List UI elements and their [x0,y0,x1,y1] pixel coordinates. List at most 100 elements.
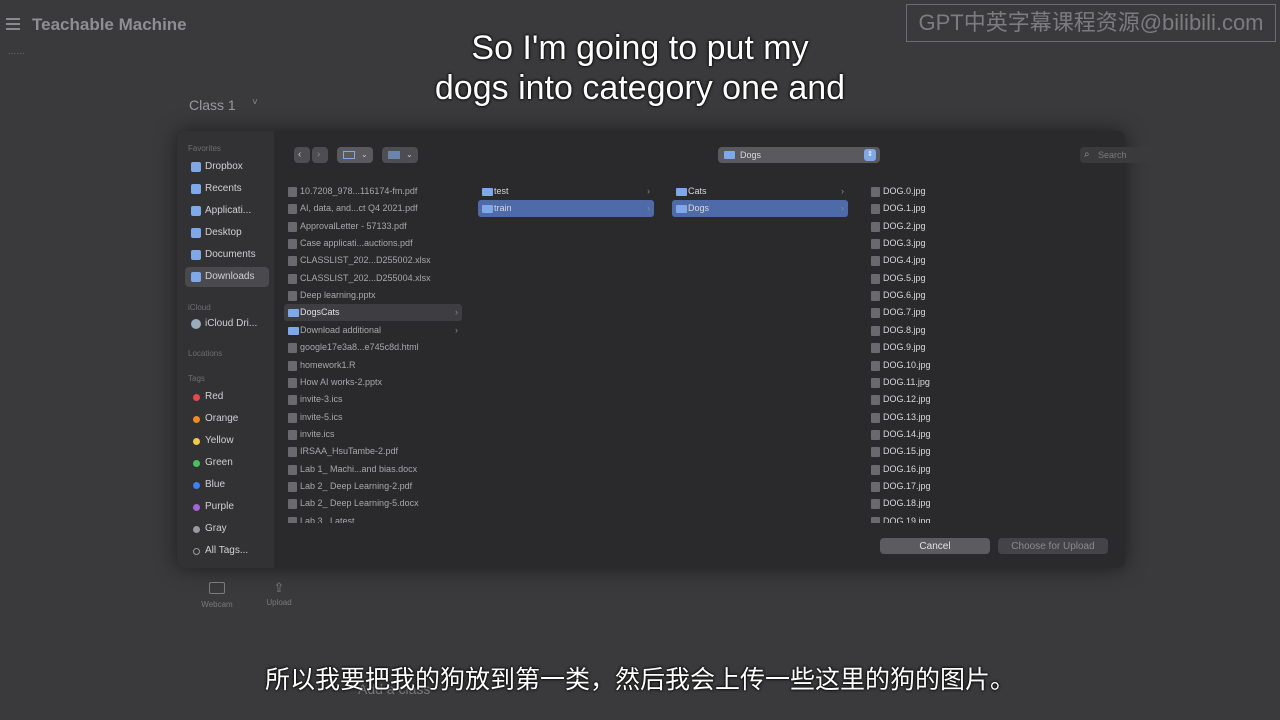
row-label: DOG.6.jpg [883,290,926,301]
cancel-button[interactable]: Cancel [880,538,990,554]
choose-for-upload-button[interactable]: Choose for Upload [998,538,1108,554]
file-row[interactable]: DOG.11.jpg [867,374,1043,391]
dialog-sidebar: Favorites Dropbox Recents Applicati... Desk… [177,131,274,568]
sidebar-tag-yellow[interactable]: Yellow [185,431,269,451]
file-row[interactable]: How AI works-2.pptx [284,374,462,391]
file-row[interactable]: DOG.18.jpg [867,495,1043,512]
file-row[interactable]: homework1.R [284,357,462,374]
menu-icon[interactable] [6,18,20,30]
file-row[interactable]: DOG.8.jpg [867,322,1043,339]
sidebar-item-label: Blue [205,479,226,490]
row-label: invite-3.ics [300,394,343,405]
chevron-right-icon: › [647,186,650,196]
file-row[interactable]: DOG.3.jpg [867,235,1043,252]
row-label: IRSAA_HsuTambe-2.pdf [300,446,399,457]
row-label: DOG.11.jpg [883,376,930,387]
webcam-option[interactable]: Webcam [187,582,247,609]
sidebar-item-documents[interactable]: Documents [185,245,269,265]
folder-row[interactable]: test › [478,183,654,200]
file-row[interactable]: Lab 2_ Deep Learning-5.docx [284,495,462,512]
file-row[interactable]: DOG.14.jpg [867,426,1043,443]
back-button[interactable]: ‹ [294,147,310,163]
search-field[interactable]: ⌕ Search [1080,147,1204,163]
file-row[interactable]: DOG.0.jpg [867,183,1043,200]
file-row[interactable]: DOG.10.jpg [867,357,1043,374]
sidebar-tag-blue[interactable]: Blue [185,475,269,495]
file-row[interactable]: DOG.13.jpg [867,409,1043,426]
class-menu-icon[interactable]: ˅ [252,97,258,108]
sidebar-item-dropbox[interactable]: Dropbox [185,157,269,177]
file-row[interactable]: CLASSLIST_202...D255002.xlsx [284,252,462,269]
folder-row[interactable]: Cats › [672,183,848,200]
cloud-icon [191,319,201,329]
sidebar-item-label: Yellow [205,435,234,446]
upload-option[interactable]: ⇪ Upload [249,581,309,607]
file-row[interactable]: DOG.5.jpg [867,270,1043,287]
file-row[interactable]: DOG.2.jpg [867,218,1043,235]
row-label: DOG.0.jpg [883,186,926,196]
sidebar-item-downloads[interactable]: Downloads [185,267,269,287]
file-row[interactable]: invite.ics [284,426,462,443]
file-row[interactable]: invite-3.ics [284,391,462,408]
file-icon [871,377,880,388]
file-row[interactable]: DogsCats › [284,304,462,322]
sidebar-tag-purple[interactable]: Purple [185,497,269,517]
file-column-dogs: DOG.0.jpg DOG.1.jpg DOG.2.jpg DOG.3.jpg DOG.… [867,183,1043,523]
tag-color-icon [193,438,200,445]
file-row[interactable]: DOG.15.jpg [867,443,1043,460]
app-title: Teachable Machine [32,15,187,34]
file-row[interactable]: Lab 3_ Latest ... [284,513,462,523]
sidebar-item-desktop[interactable]: Desktop [185,223,269,243]
file-row[interactable]: IRSAA_HsuTambe-2.pdf [284,443,462,460]
file-row[interactable]: CLASSLIST_202...D255004.xlsx [284,270,462,287]
file-row[interactable]: google17e3a8...e745c8d.html [284,339,462,356]
file-row[interactable]: Case applicati...auctions.pdf [284,235,462,252]
subtitle-line-1: So I'm going to put my [471,29,809,67]
file-row[interactable]: ApprovalLetter - 57133.pdf [284,218,462,235]
sidebar-item-label: Purple [205,501,234,512]
tag-color-icon [193,394,200,401]
file-icon [288,395,297,406]
file-row[interactable]: DOG.1.jpg [867,200,1043,217]
sidebar-tag-red[interactable]: Red [185,387,269,407]
group-button[interactable]: ⌄ [382,147,418,163]
file-row[interactable]: Download additional › [284,322,462,339]
row-label: DOG.19.jpg [883,515,931,523]
sidebar-item-applicati[interactable]: Applicati... [185,201,269,221]
sidebar-tag-alltags[interactable]: All Tags... [185,541,269,561]
sidebar-item-icloud-drive[interactable]: iCloud Dri... [185,314,269,334]
sidebar-item-recents[interactable]: Recents [185,179,269,199]
sidebar-tag-orange[interactable]: Orange [185,409,269,429]
file-icon [871,429,880,440]
folder-row[interactable]: train › [478,200,654,218]
file-icon [288,187,297,197]
folder-row[interactable]: Dogs › [672,200,848,218]
file-row[interactable]: 10.7208_978...116174-fm.pdf [284,183,462,200]
sidebar-tag-green[interactable]: Green [185,453,269,473]
file-row[interactable]: AI, data, and...ct Q4 2021.pdf [284,200,462,217]
file-row[interactable]: DOG.19.jpg [867,513,1043,523]
row-label: DOG.18.jpg [883,498,931,509]
row-label: invite.ics [300,428,335,439]
file-row[interactable]: DOG.4.jpg [867,252,1043,269]
class-title[interactable]: Class 1 [189,97,236,113]
file-row[interactable]: Lab 1_ Machi...and bias.docx [284,461,462,478]
file-row[interactable]: DOG.12.jpg [867,391,1043,408]
forward-button[interactable]: › [312,147,328,163]
file-row[interactable]: DOG.9.jpg [867,339,1043,356]
view-columns-button[interactable]: ⌄ [337,147,373,163]
row-label: DOG.17.jpg [883,480,931,491]
file-row[interactable]: Lab 2_ Deep Learning-2.pdf [284,478,462,495]
file-row[interactable]: DOG.6.jpg [867,287,1043,304]
row-label: Lab 3_ Latest ... [300,515,365,523]
file-icon [288,516,297,523]
file-row[interactable]: Deep learning.pptx [284,287,462,304]
sidebar-tag-gray[interactable]: Gray [185,519,269,539]
row-label: Deep learning.pptx [300,290,376,301]
file-row[interactable]: invite-5.ics [284,409,462,426]
file-row[interactable]: DOG.7.jpg [867,304,1043,321]
file-row[interactable]: DOG.16.jpg [867,461,1043,478]
file-row[interactable]: DOG.17.jpg [867,478,1043,495]
chevron-right-icon: › [841,203,844,214]
path-popup[interactable]: Dogs ⇕ [718,147,880,163]
